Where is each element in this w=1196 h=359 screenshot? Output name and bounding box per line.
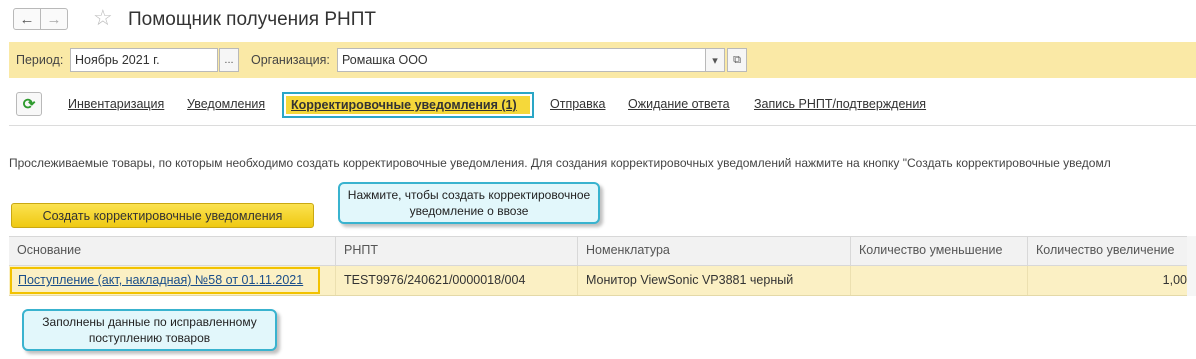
column-header-rnpt[interactable]: РНПТ bbox=[336, 237, 578, 265]
favorite-star-icon[interactable]: ☆ bbox=[93, 5, 113, 31]
period-label: Период: bbox=[16, 53, 64, 67]
tab-corrective-notifications-label: Корректировочные уведомления (1) bbox=[286, 96, 530, 114]
refresh-icon: ⟳ bbox=[22, 96, 36, 113]
callout-row-hint: Заполнены данные по исправленному поступ… bbox=[22, 309, 277, 351]
tab-corrective-notifications[interactable]: Корректировочные уведомления (1) bbox=[282, 92, 534, 118]
table-row[interactable]: Поступление (акт, накладная) №58 от 01.1… bbox=[9, 266, 1196, 296]
open-form-icon: ⧉ bbox=[733, 53, 741, 66]
tab-awaiting-response[interactable]: Ожидание ответа bbox=[628, 97, 730, 111]
selected-cell[interactable]: Поступление (акт, накладная) №58 от 01.1… bbox=[10, 267, 320, 294]
cell-qty-increase[interactable]: 1,00 bbox=[1028, 266, 1196, 295]
organization-field[interactable]: Ромашка ООО bbox=[337, 48, 706, 72]
refresh-button[interactable]: ⟳ bbox=[16, 92, 42, 116]
page-title: Помощник получения РНПТ bbox=[128, 9, 377, 30]
table-header: Основание РНПТ Номенклатура Количество у… bbox=[9, 236, 1196, 266]
cell-rnpt[interactable]: TEST9976/240621/0000018/004 bbox=[336, 266, 578, 295]
chevron-down-icon: ▾ bbox=[712, 54, 718, 67]
column-header-basis[interactable]: Основание bbox=[9, 237, 336, 265]
tab-sending[interactable]: Отправка bbox=[550, 97, 605, 111]
cell-basis[interactable]: Поступление (акт, накладная) №58 от 01.1… bbox=[9, 266, 336, 295]
period-select-button[interactable]: ... bbox=[219, 48, 239, 72]
table-scrollbar[interactable] bbox=[1187, 236, 1196, 296]
column-header-qty-increase[interactable]: Количество увеличение bbox=[1028, 237, 1188, 265]
column-header-nomenclature[interactable]: Номенклатура bbox=[578, 237, 851, 265]
callout-create-hint: Нажмите, чтобы создать корректировочное … bbox=[338, 182, 600, 224]
description-text: Прослеживаемые товары, по которым необхо… bbox=[9, 156, 1111, 170]
organization-dropdown-button[interactable]: ▾ bbox=[705, 48, 725, 72]
period-field[interactable]: Ноябрь 2021 г. bbox=[70, 48, 218, 72]
tab-inventory[interactable]: Инвентаризация bbox=[68, 97, 164, 111]
cell-qty-decrease[interactable] bbox=[851, 266, 1028, 295]
back-button[interactable]: ← bbox=[13, 8, 41, 30]
forward-button[interactable]: → bbox=[40, 8, 68, 30]
tab-notifications[interactable]: Уведомления bbox=[187, 97, 265, 111]
basis-document-link[interactable]: Поступление (акт, накладная) №58 от 01.1… bbox=[18, 273, 303, 287]
create-corrective-notifications-button[interactable]: Создать корректировочные уведомления bbox=[11, 203, 314, 228]
organization-label: Организация: bbox=[251, 53, 330, 67]
organization-open-button[interactable]: ⧉ bbox=[727, 48, 747, 72]
column-header-qty-decrease[interactable]: Количество уменьшение bbox=[851, 237, 1028, 265]
arrow-right-icon: → bbox=[46, 10, 62, 28]
arrow-left-icon: ← bbox=[19, 10, 35, 28]
divider bbox=[9, 125, 1196, 126]
tab-rnpt-record[interactable]: Запись РНПТ/подтверждения bbox=[754, 97, 926, 111]
cell-nomenclature[interactable]: Монитор ViewSonic VP3881 черный bbox=[578, 266, 851, 295]
